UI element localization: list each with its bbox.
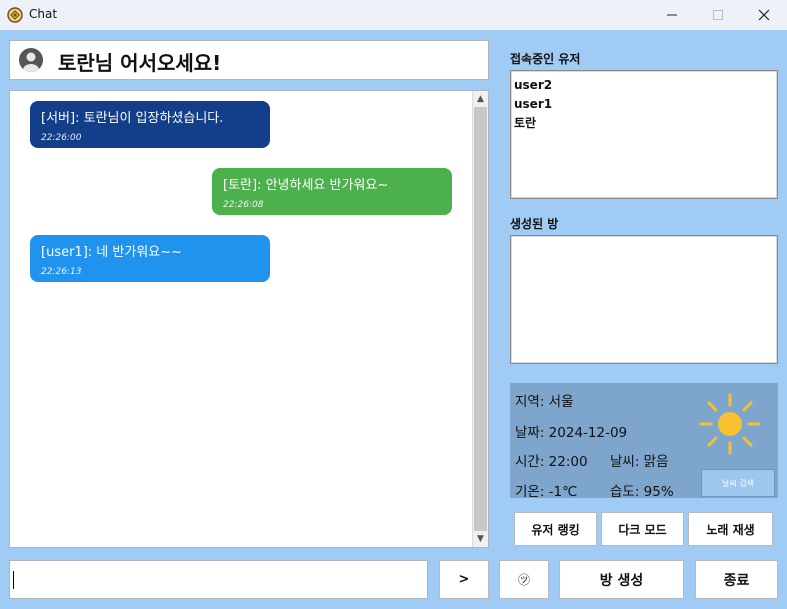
list-item[interactable]: user1 <box>514 95 774 114</box>
exit-button[interactable]: 종료 <box>695 560 778 599</box>
chat-message: [토란]: 안녕하세요 반가워요~ 22:26:08 <box>212 168 452 215</box>
users-label: 접속중인 유저 <box>510 52 581 66</box>
emoji-button[interactable]: ㋡ <box>499 560 549 599</box>
window-title: Chat <box>29 7 58 21</box>
close-icon <box>758 9 770 21</box>
title-bar: Chat <box>0 0 787 30</box>
user-icon <box>23 52 39 72</box>
chat-message: [서버]: 토란님이 입장하셨습니다. 22:26:00 <box>30 101 270 148</box>
weather-panel: 지역: 서울 날짜: 2024-12-09 시간: 22:00 날씨: 맑음 기… <box>510 383 778 500</box>
maximize-icon <box>713 10 723 20</box>
message-time: 22:26:13 <box>41 267 82 277</box>
message-text: [user1]: 네 반가워요~~ <box>41 245 182 260</box>
welcome-title: 토란님 어서오세요! <box>58 51 222 75</box>
chat-scrollbar[interactable]: ▲ ▼ <box>472 91 488 547</box>
sun-icon <box>699 393 761 455</box>
message-text: [서버]: 토란님이 입장하셨습니다. <box>41 111 224 126</box>
send-button[interactable]: > <box>439 560 489 599</box>
list-item[interactable]: user2 <box>514 76 774 95</box>
message-text: [토란]: 안녕하세요 반가워요~ <box>223 178 389 193</box>
chat-message: [user1]: 네 반가워요~~ 22:26:13 <box>30 235 270 282</box>
dark-mode-button[interactable]: 다크 모드 <box>601 512 684 546</box>
chat-area[interactable]: [서버]: 토란님이 입장하셨습니다. 22:26:00 [토란]: 안녕하세요… <box>9 90 489 548</box>
weather-date: 날짜: 2024-12-09 <box>515 425 628 441</box>
room-list[interactable] <box>510 235 778 364</box>
user-ranking-button[interactable]: 유저 랭킹 <box>514 512 597 546</box>
music-play-button[interactable]: 노래 재생 <box>688 512 773 546</box>
list-item[interactable]: 토란 <box>514 114 774 133</box>
message-time: 22:26:08 <box>223 200 264 210</box>
scroll-thumb[interactable] <box>474 107 487 531</box>
weather-time: 시간: 22:00 <box>515 454 588 470</box>
weather-region: 지역: 서울 <box>515 394 574 410</box>
scroll-down-icon[interactable]: ▼ <box>475 533 486 545</box>
scroll-up-icon[interactable]: ▲ <box>475 93 486 105</box>
app-icon <box>7 7 23 23</box>
avatar <box>19 48 43 72</box>
close-button[interactable] <box>741 0 787 30</box>
header-panel: 토란님 어서오세요! <box>9 40 489 80</box>
weather-condition: 날씨: 맑음 <box>610 454 669 470</box>
minimize-icon <box>667 14 677 16</box>
text-caret <box>13 571 14 589</box>
rooms-label: 생성된 방 <box>510 217 559 231</box>
weather-humidity: 습도: 95% <box>610 484 674 500</box>
maximize-button[interactable] <box>695 0 741 30</box>
message-time: 22:26:00 <box>41 133 82 143</box>
weather-temperature: 기온: -1℃ <box>515 484 578 500</box>
weather-search-button[interactable]: 날씨 검색 <box>701 469 775 497</box>
create-room-button[interactable]: 방 생성 <box>559 560 684 599</box>
minimize-button[interactable] <box>649 0 695 30</box>
message-input[interactable] <box>9 560 428 599</box>
user-list[interactable]: user2 user1 토란 <box>510 70 778 199</box>
